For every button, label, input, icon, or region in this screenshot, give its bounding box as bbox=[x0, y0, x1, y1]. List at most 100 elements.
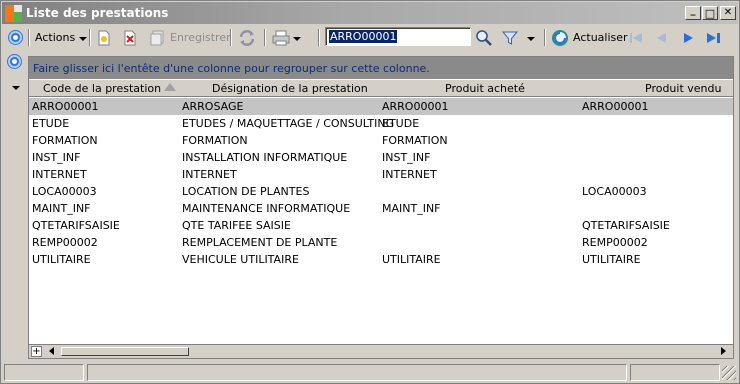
options-icon bbox=[8, 30, 23, 45]
column-header-produit-vendu[interactable]: Produit vendu bbox=[645, 82, 721, 95]
status-bar bbox=[2, 362, 738, 383]
table-cell: LOCA00003 bbox=[32, 185, 97, 198]
table-cell: INST_INF bbox=[32, 151, 81, 164]
group-by-panel[interactable]: Faire glisser ici l'entête d'une colonne… bbox=[29, 57, 733, 79]
previous-icon bbox=[657, 32, 666, 43]
save-button[interactable]: Enregistrer bbox=[150, 27, 231, 48]
next-record-button[interactable] bbox=[680, 27, 696, 48]
table-row[interactable]: UTILITAIRE VEHICULE UTILITAIRE UTILITAIRE U… bbox=[29, 251, 733, 268]
first-record-button[interactable] bbox=[628, 27, 644, 48]
new-button[interactable] bbox=[97, 27, 111, 48]
table-row[interactable]: REMP00002 REMPLACEMENT DE PLANTE REMP00002 bbox=[29, 234, 733, 251]
table-cell: INTERNET bbox=[182, 168, 237, 181]
toolbar-separator bbox=[264, 29, 266, 46]
save-icon bbox=[150, 30, 164, 45]
minimize-icon: _ bbox=[690, 5, 696, 16]
table-row[interactable]: QTETARIFSAISIE QTE TARIFEE SAISIE QTETARIF… bbox=[29, 217, 733, 234]
sync-button[interactable] bbox=[238, 27, 256, 48]
sort-ascending-icon bbox=[164, 83, 176, 91]
table-cell: ARRO00001 bbox=[582, 100, 649, 113]
grid-bottom-bar: + bbox=[29, 344, 733, 358]
app-icon bbox=[5, 5, 23, 22]
table-cell: ETUDE bbox=[32, 117, 70, 130]
toolbar-separator bbox=[230, 29, 232, 46]
minimize-button[interactable]: _ bbox=[685, 6, 701, 20]
table-cell: MAINT_INF bbox=[382, 202, 441, 215]
actions-label: Actions bbox=[35, 31, 76, 44]
table-row[interactable]: ARRO00001 ARROSAGE ARRO00001 ARRO00001 bbox=[29, 98, 733, 115]
refresh-icon bbox=[552, 29, 568, 46]
delete-icon bbox=[124, 30, 136, 45]
print-icon bbox=[272, 30, 290, 45]
first-icon bbox=[630, 32, 642, 43]
filter-button[interactable] bbox=[502, 27, 535, 48]
chevron-down-icon bbox=[527, 36, 535, 41]
close-icon: ✕ bbox=[723, 7, 733, 18]
last-record-button[interactable] bbox=[705, 27, 723, 48]
print-button[interactable] bbox=[272, 27, 301, 48]
status-panel bbox=[4, 364, 84, 381]
search-icon bbox=[476, 29, 492, 46]
refresh-button[interactable]: Actualiser bbox=[551, 27, 628, 48]
main-window: Liste des prestations _ □ ✕ Actions Enre… bbox=[0, 0, 740, 384]
horizontal-scroll-thumb[interactable] bbox=[61, 347, 189, 356]
table-row[interactable]: MAINT_INF MAINTENANCE INFORMATIQUE MAINT_I… bbox=[29, 200, 733, 217]
options-button[interactable] bbox=[8, 27, 23, 48]
column-header-produit-achete[interactable]: Produit acheté bbox=[445, 82, 525, 95]
table-row[interactable]: INST_INF INSTALLATION INFORMATIQUE INST_IN… bbox=[29, 149, 733, 166]
search-button[interactable] bbox=[475, 27, 493, 48]
table-cell: INST_INF bbox=[382, 151, 431, 164]
table-body: ARRO00001 ARROSAGE ARRO00001 ARRO00001 ETUDE… bbox=[29, 98, 733, 268]
table-row[interactable]: FORMATION FORMATION FORMATION bbox=[29, 132, 733, 149]
data-grid: Faire glisser ici l'entête d'une colonne… bbox=[28, 56, 734, 359]
delete-button[interactable] bbox=[123, 27, 137, 48]
scroll-right-icon[interactable] bbox=[721, 347, 726, 355]
table-cell: VEHICULE UTILITAIRE bbox=[182, 253, 299, 266]
title-bar[interactable]: Liste des prestations _ □ ✕ bbox=[2, 2, 738, 24]
table-cell: FORMATION bbox=[382, 134, 448, 147]
add-record-icon[interactable]: + bbox=[31, 346, 42, 357]
search-input[interactable] bbox=[326, 28, 468, 45]
table-cell: ETUDE bbox=[382, 117, 420, 130]
table-cell: LOCA00003 bbox=[582, 185, 647, 198]
table-cell: FORMATION bbox=[32, 134, 98, 147]
column-header-code[interactable]: Code de la prestation bbox=[43, 82, 161, 95]
table-cell: INTERNET bbox=[32, 168, 87, 181]
scroll-left-icon[interactable] bbox=[49, 347, 54, 355]
grid-options-button[interactable] bbox=[7, 54, 22, 69]
status-panel bbox=[630, 364, 720, 381]
column-header-designation[interactable]: Désignation de la prestation bbox=[212, 82, 368, 95]
table-cell: ARRO00001 bbox=[32, 100, 99, 113]
window-title: Liste des prestations bbox=[26, 6, 169, 20]
next-icon bbox=[684, 32, 693, 43]
table-cell: ARROSAGE bbox=[182, 100, 244, 113]
table-cell: ARRO00001 bbox=[382, 100, 449, 113]
left-strip bbox=[5, 51, 27, 361]
table-row[interactable]: ETUDE ETUDES / MAQUETTAGE / CONSULTING ETU… bbox=[29, 115, 733, 132]
save-label: Enregistrer bbox=[170, 31, 231, 44]
status-panel bbox=[87, 364, 627, 381]
close-button[interactable]: ✕ bbox=[720, 6, 736, 20]
chevron-down-icon bbox=[79, 36, 88, 41]
table-cell: UTILITAIRE bbox=[32, 253, 91, 266]
toolbar-separator bbox=[89, 29, 91, 46]
table-row[interactable]: LOCA00003 LOCATION DE PLANTES LOCA00003 bbox=[29, 183, 733, 200]
toolbar-separator bbox=[318, 29, 320, 46]
sync-icon bbox=[239, 29, 255, 46]
group-by-hint: Faire glisser ici l'entête d'une colonne… bbox=[33, 62, 430, 75]
table-row[interactable]: INTERNET INTERNET INTERNET bbox=[29, 166, 733, 183]
chevron-down-icon bbox=[293, 36, 301, 41]
table-cell: REMP00002 bbox=[32, 236, 98, 249]
table-cell: INSTALLATION INFORMATIQUE bbox=[182, 151, 348, 164]
grid-options-icon bbox=[7, 54, 22, 69]
maximize-button[interactable]: □ bbox=[702, 6, 718, 20]
table-cell: UTILITAIRE bbox=[382, 253, 441, 266]
previous-record-button[interactable] bbox=[654, 27, 670, 48]
expand-icon[interactable] bbox=[12, 86, 20, 90]
resize-grip-icon[interactable] bbox=[722, 366, 736, 380]
table-cell: REMPLACEMENT DE PLANTE bbox=[182, 236, 338, 249]
actions-menu-button[interactable]: Actions bbox=[35, 27, 88, 48]
table-cell: REMP00002 bbox=[582, 236, 648, 249]
toolbar-separator bbox=[544, 29, 546, 46]
table-cell: LOCATION DE PLANTES bbox=[182, 185, 310, 198]
